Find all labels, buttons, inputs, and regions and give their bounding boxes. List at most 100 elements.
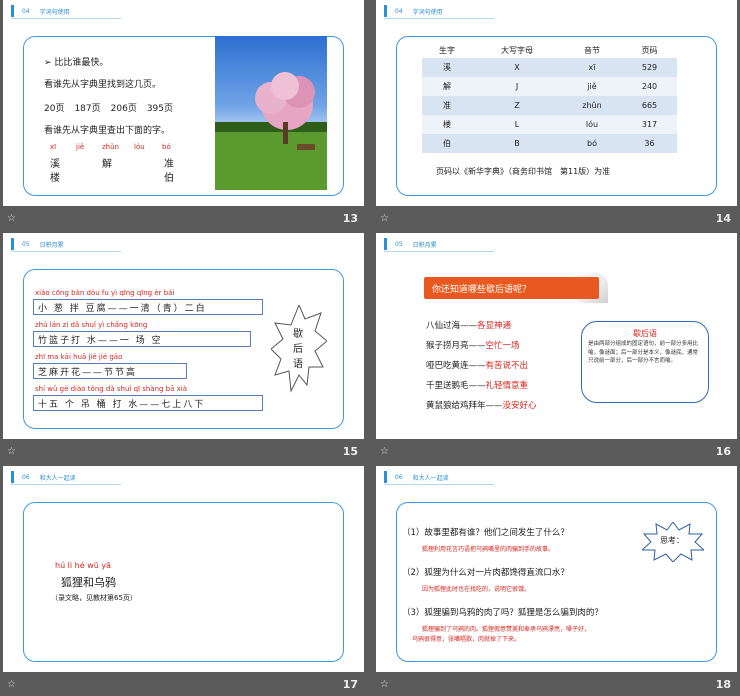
- cell: Z: [472, 96, 562, 115]
- section-number: 05: [395, 240, 403, 248]
- cell: 伯: [422, 134, 472, 153]
- slide-thumbnail-17[interactable]: 06 和大人一起读 hú li hé wū yā 狐狸和乌鸦 （录文略，见教材第6…: [3, 466, 364, 696]
- star-icon: ☆: [380, 679, 389, 690]
- phrase-box: 芝麻开花——节节高: [33, 363, 187, 379]
- cell: 665: [622, 96, 677, 115]
- slide-14-canvas[interactable]: 04 字词句使用 生字 大写字母 音节 页码 溪 Xxī 529 解 Jjiě 240 准…: [376, 0, 737, 206]
- slide-thumbnail-16[interactable]: 05 日积月累 你还知道哪些歇后语呢？ 八仙过海——各显神通 猴子捞月亮——空忙一…: [376, 233, 737, 465]
- cell: 240: [622, 77, 677, 96]
- section-number: 04: [22, 7, 30, 15]
- slide-number: 14: [715, 212, 731, 225]
- section-title: 和大人一起读: [39, 474, 76, 482]
- bubble-text: 是由两部分组成的固定语句，前一部分多用比喻，像谜面；后一部分是本义，像谜底，通常…: [588, 341, 699, 365]
- section-number: 04: [395, 7, 403, 15]
- xiehouyu-line: 哑巴吃黄连——有苦说不出: [426, 359, 528, 371]
- slide-footer: ☆ 15: [3, 440, 364, 465]
- cell: jiě: [562, 77, 622, 96]
- photo-art: [215, 72, 327, 190]
- line-right: 礼轻情意重: [485, 381, 529, 391]
- slide-header: 04 字词句使用: [3, 4, 123, 18]
- line-left: 哑巴吃黄连——: [426, 361, 486, 371]
- slide-17-canvas[interactable]: 06 和大人一起读 hú li hé wū yā 狐狸和乌鸦 （录文略，见教材第6…: [3, 466, 364, 672]
- slide-15-canvas[interactable]: 05 日积月累 xiǎo cōng bàn dòu fu yì qīng qīng…: [3, 233, 364, 439]
- slide-16-canvas[interactable]: 05 日积月累 你还知道哪些歇后语呢？ 八仙过海——各显神通 猴子捞月亮——空忙一…: [376, 233, 737, 439]
- star-icon: ☆: [7, 213, 16, 224]
- pinyin: lóu: [134, 143, 145, 151]
- slide-13-canvas[interactable]: 04 字词句使用 ➢ 比比谁最快。 看谁先从字典里找到这几页。 20页 187页 …: [3, 0, 364, 206]
- char: 解: [102, 159, 112, 170]
- phrase-box: 小 葱 拌 豆腐——一清（青）二白: [33, 299, 263, 315]
- line-right: 各显神通: [477, 321, 512, 331]
- definition-bubble: 歇后语 是由两部分组成的固定语句，前一部分多用比喻，像谜面；后一部分是本义，像谜…: [581, 321, 709, 403]
- pinyin: zhú lán zi dǎ shuǐ yì chǎng kōng: [35, 321, 148, 329]
- section-title: 和大人一起读: [412, 474, 449, 482]
- line-right: 没安好心: [502, 401, 537, 411]
- xiehouyu-line: 八仙过海——各显神通: [426, 319, 511, 331]
- slide-number: 18: [715, 678, 731, 691]
- cell: 317: [622, 115, 677, 134]
- page-note: 页码以《新华字典》（商务印书馆 第11版）为准: [436, 167, 611, 176]
- cell: B: [472, 134, 562, 153]
- dictionary-table: 生字 大写字母 音节 页码 溪 Xxī 529 解 Jjiě 240 准 Zzhǔn 665…: [422, 43, 677, 153]
- xiehouyu-line: 猴子捞月亮——空忙一场: [426, 339, 520, 351]
- slide-thumbnail-15[interactable]: 05 日积月累 xiǎo cōng bàn dòu fu yì qīng qīng…: [3, 233, 364, 465]
- table-row: 伯 Bbó 36: [422, 134, 677, 153]
- section-title: 字词句使用: [39, 8, 70, 16]
- cell: 36: [622, 134, 677, 153]
- line-left: 猴子捞月亮——: [426, 341, 486, 351]
- story-title: 狐狸和乌鸦: [61, 576, 116, 589]
- cell: zhǔn: [562, 96, 622, 115]
- line-left: 八仙过海——: [426, 321, 478, 331]
- star-icon: ☆: [7, 446, 16, 457]
- slide-thumbnail-18[interactable]: 06 和大人一起读 （1）故事里都有谁？他们之间发生了什么？ 狐狸利用花言巧语把乌…: [376, 466, 737, 696]
- cell: 溪: [422, 58, 472, 77]
- slide-number: 13: [342, 212, 358, 225]
- section-number: 06: [395, 473, 403, 481]
- story-subtitle: （录文略，见教材第65页）: [51, 594, 137, 602]
- pinyin: zhī ma kāi huā jié jié gāo: [35, 353, 123, 361]
- answer: 狐狸利用花言巧语把乌鸦嘴里的肉骗到手的故事。: [422, 546, 555, 553]
- cell: xī: [562, 58, 622, 77]
- table-row: 准 Zzhǔn 665: [422, 96, 677, 115]
- xiehouyu-line: 黄鼠狼给鸡拜年——没安好心: [426, 399, 537, 411]
- section-title: 日积月累: [412, 241, 437, 249]
- line-right: 有苦说不出: [485, 361, 529, 371]
- table-row: 解 Jjiě 240: [422, 77, 677, 96]
- pinyin: shí wǔ gè diào tǒng dǎ shuǐ qī shàng bā …: [35, 385, 188, 393]
- page-item: 187页: [74, 104, 101, 114]
- pinyin: jiě: [76, 143, 85, 151]
- section-number: 05: [22, 240, 30, 248]
- pinyin: zhǔn: [102, 143, 119, 151]
- cell: J: [472, 77, 562, 96]
- instruction-1: 看谁先从字典里找到这几页。: [44, 80, 162, 90]
- slide-number: 16: [715, 445, 731, 458]
- slide-header: 05 日积月累: [376, 237, 496, 251]
- answer: 因为狐狸此时也在找吃的，说明它很饿。: [422, 586, 531, 593]
- slide-18-canvas[interactable]: 06 和大人一起读 （1）故事里都有谁？他们之间发生了什么？ 狐狸利用花言巧语把乌…: [376, 466, 737, 672]
- slide-footer: ☆ 13: [3, 207, 364, 232]
- table-header: 生字 大写字母 音节 页码: [422, 43, 677, 58]
- think-burst: 思考：: [642, 522, 704, 562]
- page-list: 20页 187页 206页 395页: [44, 101, 173, 114]
- page-item: 395页: [146, 104, 174, 114]
- slide-thumbnail-14[interactable]: 04 字词句使用 生字 大写字母 音节 页码 溪 Xxī 529 解 Jjiě 240 准…: [376, 0, 737, 232]
- pinyin: bó: [162, 143, 171, 151]
- section-title: 日积月累: [39, 241, 64, 249]
- badge-char: 后: [293, 344, 303, 355]
- slide-thumbnail-13[interactable]: 04 字词句使用 ➢ 比比谁最快。 看谁先从字典里找到这几页。 20页 187页 …: [3, 0, 364, 232]
- answer-cont: 乌鸦很得意，张嘴唱歌，肉就掉了下来。: [412, 636, 521, 643]
- slide-header: 05 日积月累: [3, 237, 123, 251]
- page-item: 206页: [110, 104, 137, 114]
- question: （2）狐狸为什么对一片肉都馋得直流口水？: [402, 568, 569, 578]
- cherry-tree-photo: [215, 36, 327, 190]
- instruction-2: 看谁先从字典里查出下面的字。: [44, 126, 171, 136]
- line-left: 黄鼠狼给鸡拜年——: [426, 401, 503, 411]
- table-row: 楼 Llóu 317: [422, 115, 677, 134]
- column-header: 页码: [641, 46, 658, 55]
- star-icon: ☆: [7, 679, 16, 690]
- question-tab: 你还知道哪些歇后语呢？: [424, 277, 599, 299]
- pinyin: xiǎo cōng bàn dòu fu yì qīng qīng èr bái: [35, 289, 175, 297]
- cell: 解: [422, 77, 472, 96]
- cell: bó: [562, 134, 622, 153]
- bullet-text: ➢ 比比谁最快。: [44, 58, 109, 68]
